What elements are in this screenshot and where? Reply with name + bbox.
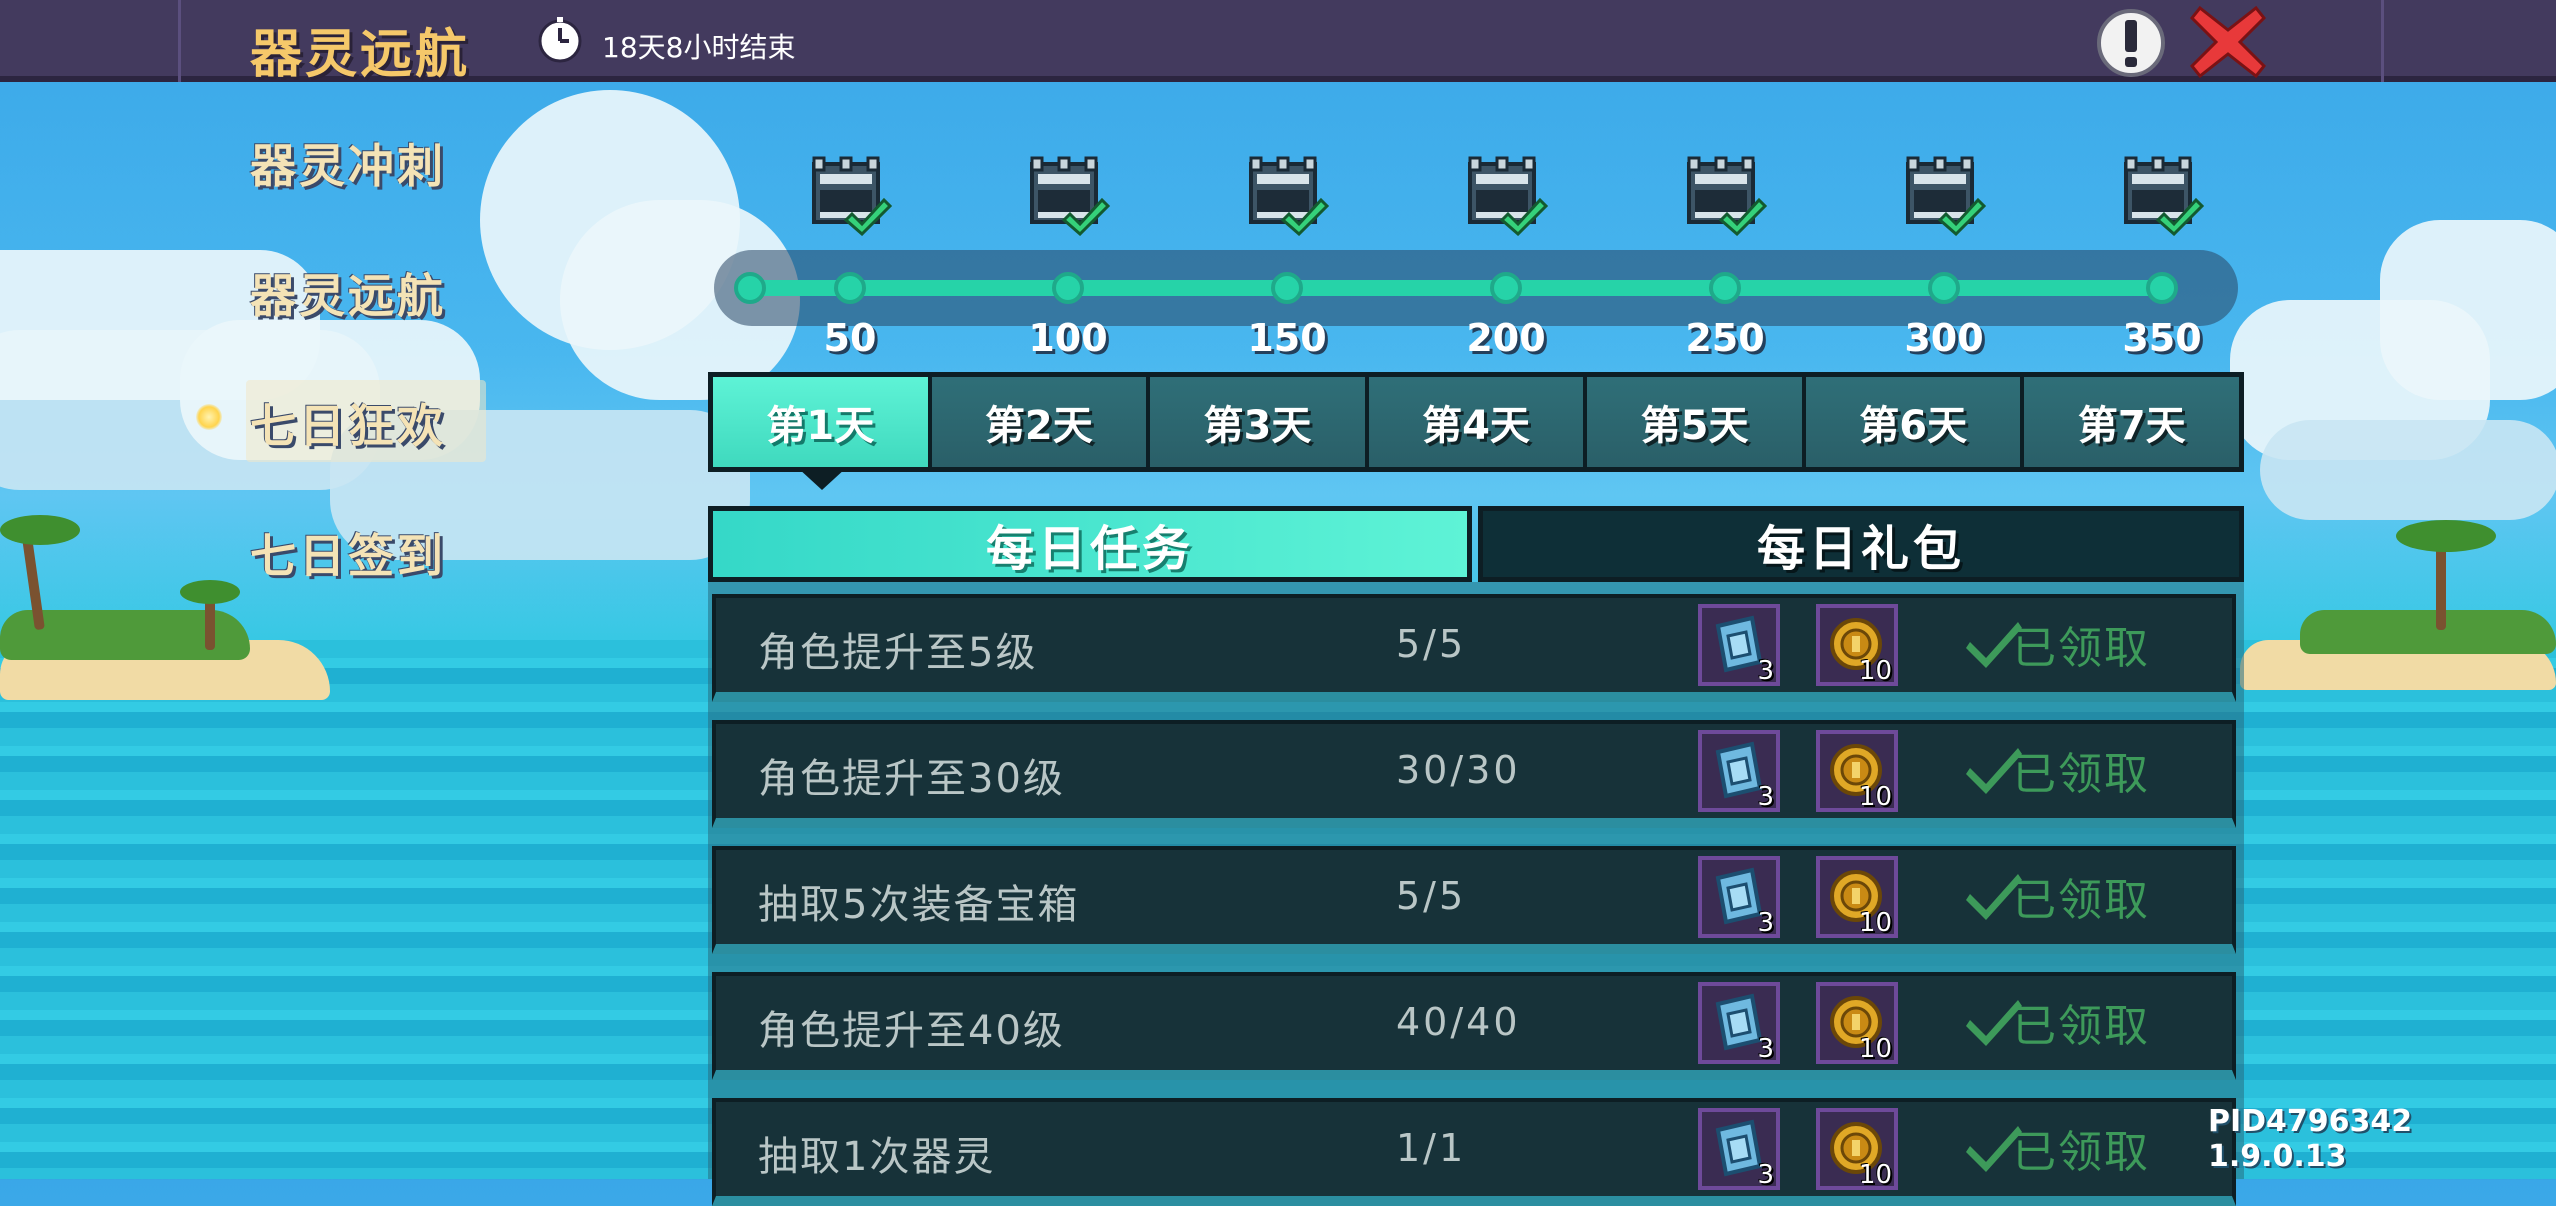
claimed-status: 已领取: [2012, 875, 2150, 926]
reward-coin[interactable]: 10: [1816, 604, 1898, 686]
milestone-label: 350: [2122, 316, 2202, 360]
reward-count: 3: [1757, 656, 1774, 686]
milestone-node: [1271, 272, 1303, 304]
task-name: 抽取1次器灵: [758, 1134, 996, 1180]
task-progress: 5/5: [1396, 874, 1467, 918]
reward-count: 3: [1757, 1160, 1774, 1190]
claimed-status: 已领取: [2012, 623, 2150, 674]
milestone-chest-200[interactable]: [1464, 152, 1549, 237]
reward-count: 10: [1858, 656, 1892, 686]
reward-coin[interactable]: 10: [1816, 730, 1898, 812]
milestone-node: [834, 272, 866, 304]
tab-day-6[interactable]: 第6天: [1805, 377, 2025, 467]
build-id: PID4796342 1.9.0.13: [2208, 1104, 2413, 1174]
clock-icon: [538, 17, 582, 63]
task-name: 角色提升至40级: [758, 1008, 1065, 1054]
milestone-label: 50: [823, 316, 877, 360]
milestone-label: 100: [1028, 316, 1108, 360]
exclamation-icon[interactable]: [2096, 8, 2166, 78]
tab-daily-tasks[interactable]: 每日任务: [708, 506, 1472, 582]
reward-card[interactable]: 3: [1698, 856, 1780, 938]
milestone-chest-150[interactable]: [1245, 152, 1330, 237]
claimed-status: 已领取: [2012, 749, 2150, 800]
task-row: 抽取1次器灵 1/1 3 10 已领取: [712, 1098, 2236, 1206]
reward-card[interactable]: 3: [1698, 982, 1780, 1064]
claimed-status: 已领取: [2012, 1001, 2150, 1052]
milestone-chest-250[interactable]: [1683, 152, 1768, 237]
top-bar-frame: [178, 0, 2384, 82]
milestone-label: 200: [1466, 316, 1546, 360]
milestone-node: [2146, 272, 2178, 304]
task-row: 角色提升至5级 5/5 3 10 已领取: [712, 594, 2236, 702]
menu-item-seven-day-carnival[interactable]: 七日狂欢: [250, 390, 446, 456]
tab-day-2[interactable]: 第2天: [931, 377, 1151, 467]
reward-count: 10: [1858, 1034, 1892, 1064]
reward-card[interactable]: 3: [1698, 1108, 1780, 1190]
milestone-node: [1052, 272, 1084, 304]
selected-day-pointer: [798, 468, 846, 490]
task-row: 抽取5次装备宝箱 5/5 3 10 已领取: [712, 846, 2236, 954]
tab-day-4[interactable]: 第4天: [1368, 377, 1588, 467]
milestone-chest-100[interactable]: [1026, 152, 1111, 237]
menu-item-seven-day-checkin[interactable]: 七日签到: [250, 520, 446, 586]
task-progress: 1/1: [1396, 1126, 1467, 1170]
reward-count: 3: [1757, 908, 1774, 938]
reward-count: 3: [1757, 782, 1774, 812]
reward-coin[interactable]: 10: [1816, 1108, 1898, 1190]
countdown-text: 18天8小时结束: [602, 31, 796, 64]
milestone-chest-350[interactable]: [2120, 152, 2205, 237]
task-name: 抽取5次装备宝箱: [758, 882, 1080, 928]
close-icon[interactable]: [2190, 4, 2266, 80]
milestone-label: 150: [1247, 316, 1327, 360]
reward-card[interactable]: 3: [1698, 730, 1780, 812]
tab-daily-gift[interactable]: 每日礼包: [1478, 506, 2244, 582]
reward-count: 10: [1858, 908, 1892, 938]
task-name: 角色提升至5级: [758, 630, 1038, 676]
milestone-label: 300: [1904, 316, 1984, 360]
tab-day-5[interactable]: 第5天: [1587, 377, 1806, 467]
milestone-chest-50[interactable]: [808, 152, 893, 237]
milestone-chest-300[interactable]: [1902, 152, 1987, 237]
task-progress: 30/30: [1396, 748, 1521, 792]
reward-count: 10: [1858, 782, 1892, 812]
milestone-node: [1709, 272, 1741, 304]
milestone-node: [1928, 272, 1960, 304]
page-title: 器灵远航: [250, 25, 471, 85]
tab-day-7[interactable]: 第7天: [2024, 377, 2240, 467]
task-progress: 5/5: [1396, 622, 1467, 666]
claimed-status: 已领取: [2012, 1127, 2150, 1178]
tab-day-1[interactable]: 第1天: [713, 377, 932, 467]
reward-coin[interactable]: 10: [1816, 982, 1898, 1064]
task-name: 角色提升至30级: [758, 756, 1065, 802]
reward-count: 3: [1757, 1034, 1774, 1064]
task-row: 角色提升至30级 30/30 3 10 已领取: [712, 720, 2236, 828]
tab-day-3[interactable]: 第3天: [1150, 377, 1369, 467]
menu-item-spirit-sprint[interactable]: 器灵冲刺: [250, 130, 446, 196]
task-row: 角色提升至40级 40/40 3 10 已领取: [712, 972, 2236, 1080]
milestone-label: 250: [1685, 316, 1765, 360]
menu-item-spirit-voyage[interactable]: 器灵远航: [250, 260, 446, 326]
milestone-node-start: [734, 272, 766, 304]
menu-active-dot: [196, 404, 222, 430]
reward-card[interactable]: 3: [1698, 604, 1780, 686]
reward-count: 10: [1858, 1160, 1892, 1190]
reward-coin[interactable]: 10: [1816, 856, 1898, 938]
task-progress: 40/40: [1396, 1000, 1521, 1044]
milestone-node: [1490, 272, 1522, 304]
day-tabs: 第1天 第2天 第3天 第4天 第5天 第6天 第7天: [708, 372, 2244, 472]
